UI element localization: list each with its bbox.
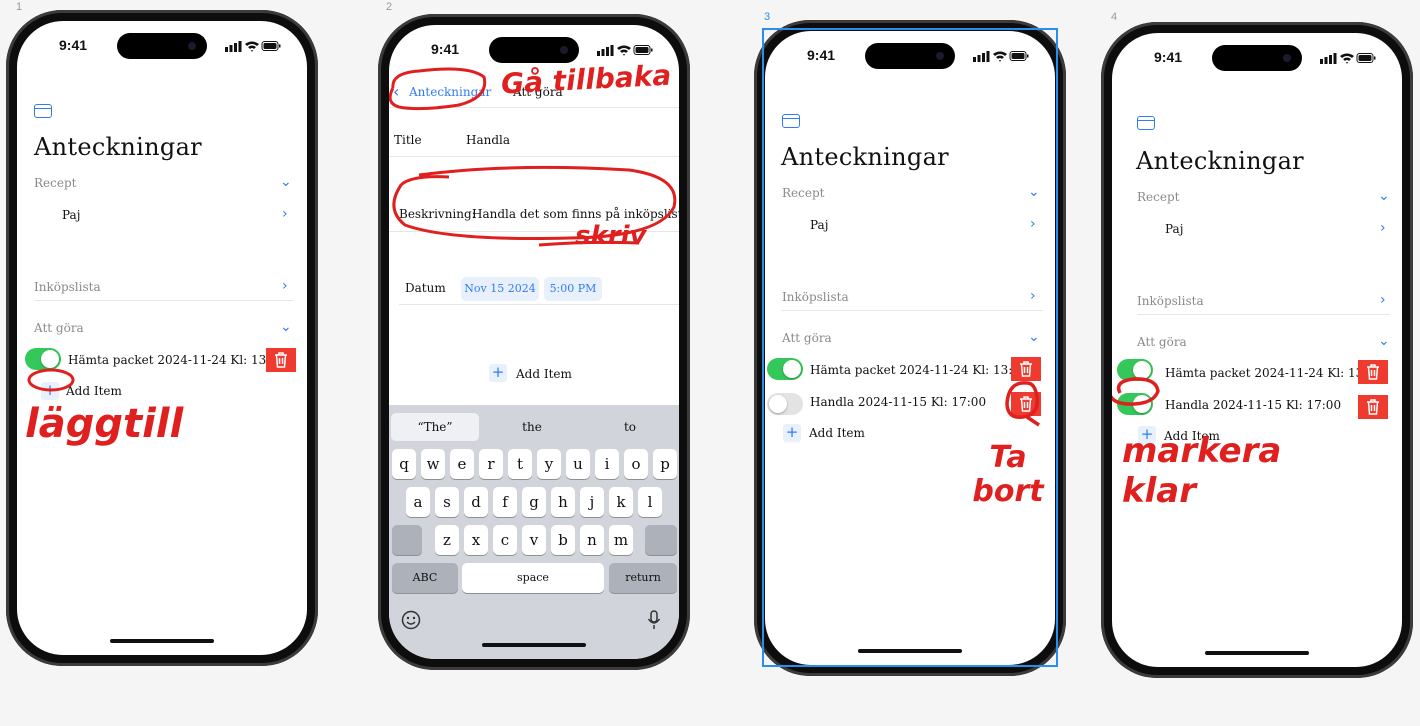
key[interactable]: u xyxy=(566,449,590,479)
key[interactable]: b xyxy=(551,525,575,555)
space-key[interactable]: space xyxy=(462,563,604,593)
backspace-key[interactable] xyxy=(645,525,677,555)
annotation-scribble xyxy=(27,368,75,392)
return-key[interactable]: return xyxy=(609,563,677,593)
key[interactable]: k xyxy=(609,487,633,517)
home-indicator xyxy=(482,643,586,647)
key[interactable]: e xyxy=(450,449,474,479)
key[interactable]: y xyxy=(537,449,561,479)
key[interactable]: l xyxy=(638,487,662,517)
key[interactable]: m xyxy=(609,525,633,555)
key[interactable]: h xyxy=(551,487,575,517)
key[interactable]: g xyxy=(522,487,546,517)
phone: 9:41 ‹ Anteckningar Att göra Title Handl… xyxy=(378,14,690,670)
key[interactable]: d xyxy=(464,487,488,517)
phone: 9:41 Anteckningar Recept ⌄ Paj › Inköpsl… xyxy=(1101,22,1413,678)
key[interactable]: c xyxy=(493,525,517,555)
key[interactable]: w xyxy=(421,449,445,479)
key[interactable]: s xyxy=(435,487,459,517)
key[interactable]: r xyxy=(479,449,503,479)
frame-number: 1 xyxy=(16,1,23,13)
abc-key[interactable]: ABC xyxy=(392,563,458,593)
phone: 9:41 Anteckningar Recept ⌄ Paj › Inköpsl… xyxy=(6,10,318,666)
frame-number: 3 xyxy=(764,11,771,23)
selection-frame xyxy=(762,28,1058,667)
frame-number: 2 xyxy=(386,1,393,13)
microphone-icon[interactable] xyxy=(647,610,661,630)
key[interactable]: t xyxy=(508,449,532,479)
annotation-text: skriv xyxy=(575,221,647,251)
frame-number: 4 xyxy=(1111,11,1118,23)
home-indicator xyxy=(1205,651,1309,655)
emoji-icon[interactable] xyxy=(401,610,421,630)
screen: 9:41 Anteckningar Recept ⌄ Paj › Inköpsl… xyxy=(17,21,307,655)
key[interactable]: n xyxy=(580,525,604,555)
annotation-scribble xyxy=(1112,377,1160,406)
key[interactable]: a xyxy=(406,487,430,517)
screen: 9:41 ‹ Anteckningar Att göra Title Handl… xyxy=(389,25,679,659)
key[interactable]: o xyxy=(624,449,648,479)
annotation-text: markera klar xyxy=(1122,431,1282,511)
key[interactable]: p xyxy=(653,449,677,479)
key[interactable]: j xyxy=(580,487,604,517)
key[interactable]: i xyxy=(595,449,619,479)
key[interactable]: q xyxy=(392,449,416,479)
key[interactable]: v xyxy=(522,525,546,555)
key[interactable]: x xyxy=(464,525,488,555)
screen: 9:41 Anteckningar Recept ⌄ Paj › Inköpsl… xyxy=(1112,33,1402,667)
key[interactable]: z xyxy=(435,525,459,555)
annotation-text: läggtill xyxy=(25,401,184,447)
key[interactable]: f xyxy=(493,487,517,517)
home-indicator xyxy=(110,639,214,643)
shift-key[interactable] xyxy=(392,525,422,555)
